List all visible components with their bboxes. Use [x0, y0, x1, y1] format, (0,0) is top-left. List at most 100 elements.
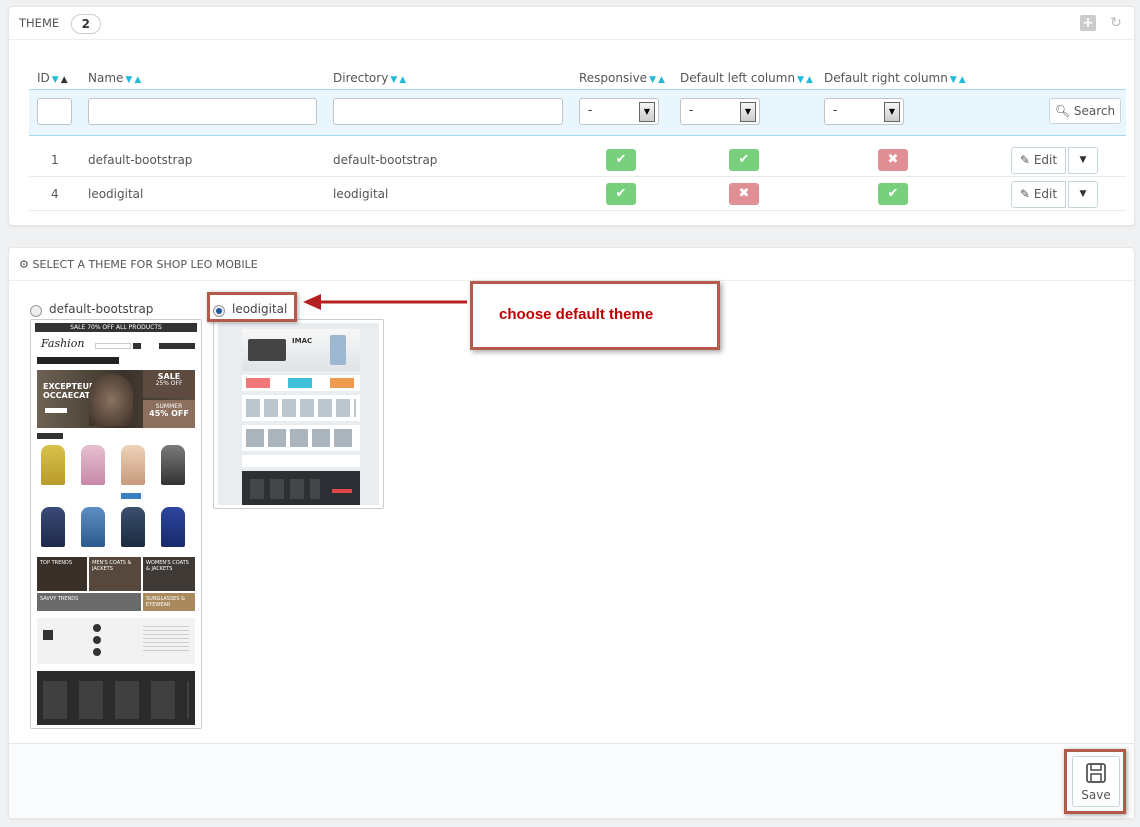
sort-desc-icon[interactable]: ▼	[649, 75, 656, 85]
menu-bar	[37, 357, 119, 364]
sort-asc-icon[interactable]: ▲	[399, 75, 406, 85]
product-row	[242, 395, 360, 421]
sort-desc-icon[interactable]: ▼	[390, 75, 397, 85]
filter-directory-input[interactable]	[333, 98, 563, 125]
left-column-status-icon[interactable]: ✔	[729, 149, 759, 171]
info-blocks	[37, 618, 195, 664]
category-tile: SUNGLASSES & EYEWEAR	[143, 593, 195, 611]
column-label: Responsive	[579, 71, 648, 85]
sort-asc-icon[interactable]: ▲	[134, 75, 141, 85]
edit-label: Edit	[1033, 153, 1058, 167]
highlight-box-leodigital	[207, 292, 297, 322]
highlight-box-save	[1064, 749, 1126, 814]
sort-desc-icon[interactable]: ▼	[125, 75, 132, 85]
promo-tile	[246, 378, 270, 388]
select-value: -	[588, 103, 593, 117]
left-column-status-icon[interactable]: ✖	[729, 183, 759, 205]
column-header-directory: Directory ▼ ▲	[333, 71, 406, 85]
cell-directory: default-bootstrap	[333, 153, 438, 167]
search-icon	[133, 343, 141, 349]
edit-label: Edit	[1033, 187, 1058, 201]
hero-line: OCCAECAT	[43, 391, 91, 400]
sort-asc-icon[interactable]: ▲	[658, 75, 665, 85]
arrow-icon	[303, 294, 467, 310]
theme-preview-default-bootstrap[interactable]: SALE 70% OFF ALL PRODUCTS Fashion EXCEPT…	[30, 319, 202, 729]
search-button[interactable]: 🔍︎ Search	[1049, 98, 1121, 124]
panel-title: SELECT A THEME FOR SHOP LEO MOBILE	[32, 258, 258, 271]
responsive-status-icon[interactable]: ✔	[606, 149, 636, 171]
sort-asc-icon[interactable]: ▲	[61, 75, 68, 85]
category-tile: TOP TRENDS	[37, 557, 87, 591]
category-tile: WOMEN'S COATS & JACKETS	[143, 557, 195, 591]
theme-radio-default-bootstrap[interactable]	[30, 305, 42, 317]
brand-bar	[242, 455, 360, 467]
row-actions-dropdown[interactable]: ▼	[1068, 147, 1098, 174]
social-icon	[43, 630, 53, 640]
product-row	[242, 425, 360, 451]
table-row[interactable]: 4 leodigital leodigital ✔ ✖ ✔ ✎ Edit ▼	[29, 177, 1126, 211]
table-row[interactable]: 1 default-bootstrap default-bootstrap ✔ …	[29, 143, 1126, 177]
text-block	[143, 626, 189, 654]
product-image	[121, 445, 145, 485]
panel-heading: THEME 2 + ↻	[9, 7, 1134, 40]
column-label: Directory	[333, 71, 389, 85]
column-header-right-column: Default right column ▼ ▲	[824, 71, 966, 85]
column-label: Default right column	[824, 71, 948, 85]
select-value: -	[689, 103, 694, 117]
add-new-icon[interactable]: +	[1080, 15, 1096, 31]
footer-links	[43, 681, 189, 719]
shipping-icon	[93, 624, 101, 632]
column-label: Default left column	[680, 71, 796, 85]
annotation-callout: choose default theme	[470, 281, 720, 350]
sort-asc-icon[interactable]: ▲	[806, 75, 813, 85]
product-image	[121, 507, 145, 547]
row-actions-dropdown[interactable]: ▼	[1068, 181, 1098, 208]
panel-footer: Save	[9, 743, 1134, 818]
right-column-status-icon[interactable]: ✖	[878, 149, 908, 171]
product-image	[161, 507, 185, 547]
select-value: -	[833, 103, 838, 117]
sort-desc-icon[interactable]: ▼	[950, 75, 957, 85]
product-image	[41, 507, 65, 547]
filter-id-input[interactable]	[37, 98, 72, 125]
filter-left-column-select[interactable]: - ▼	[680, 98, 760, 125]
sale-line: 25% OFF	[155, 380, 183, 387]
product-image	[161, 445, 185, 485]
filter-name-input[interactable]	[88, 98, 317, 125]
sort-asc-icon[interactable]: ▲	[959, 75, 966, 85]
callout-text: choose default theme	[499, 306, 654, 323]
tab-bar	[37, 433, 63, 439]
product-image	[248, 339, 286, 361]
column-label: Name	[88, 71, 124, 85]
promo-banner: SALE 70% OFF ALL PRODUCTS	[35, 323, 197, 332]
filter-responsive-select[interactable]: - ▼	[579, 98, 659, 125]
search-input	[95, 343, 131, 349]
product-image	[330, 335, 346, 365]
promo-row	[242, 375, 360, 391]
edit-button[interactable]: ✎ Edit	[1011, 181, 1066, 208]
phone-icon	[93, 636, 101, 644]
column-header-name: Name ▼ ▲	[88, 71, 141, 85]
hero-title: IMAC	[292, 337, 313, 345]
theme-option-label[interactable]: default-bootstrap	[49, 302, 153, 316]
product-image	[81, 507, 105, 547]
category-tile: MEN'S COATS & JACKETS	[89, 557, 141, 591]
right-column-status-icon[interactable]: ✔	[878, 183, 908, 205]
cart-block	[159, 343, 195, 349]
cell-directory: leodigital	[333, 187, 389, 201]
theme-preview-leodigital[interactable]: IMAC	[213, 319, 384, 509]
caret-down-icon: ▼	[1079, 155, 1087, 165]
theme-screenshot: SALE 70% OFF ALL PRODUCTS Fashion EXCEPT…	[35, 323, 197, 725]
sort-desc-icon[interactable]: ▼	[52, 75, 59, 85]
filter-right-column-select[interactable]: - ▼	[824, 98, 904, 125]
count-badge: 2	[70, 13, 101, 34]
caret-down-icon: ▼	[740, 102, 756, 122]
sort-desc-icon[interactable]: ▼	[797, 75, 804, 85]
refresh-icon[interactable]: ↻	[1108, 15, 1124, 31]
edit-button[interactable]: ✎ Edit	[1011, 147, 1066, 174]
responsive-status-icon[interactable]: ✔	[606, 183, 636, 205]
sale-tile: SALE 25% OFF	[143, 370, 195, 398]
gears-icon: ⚙	[19, 258, 29, 271]
cell-name: default-bootstrap	[88, 153, 193, 167]
panel-heading: ⚙ SELECT A THEME FOR SHOP LEO MOBILE	[9, 248, 1134, 281]
